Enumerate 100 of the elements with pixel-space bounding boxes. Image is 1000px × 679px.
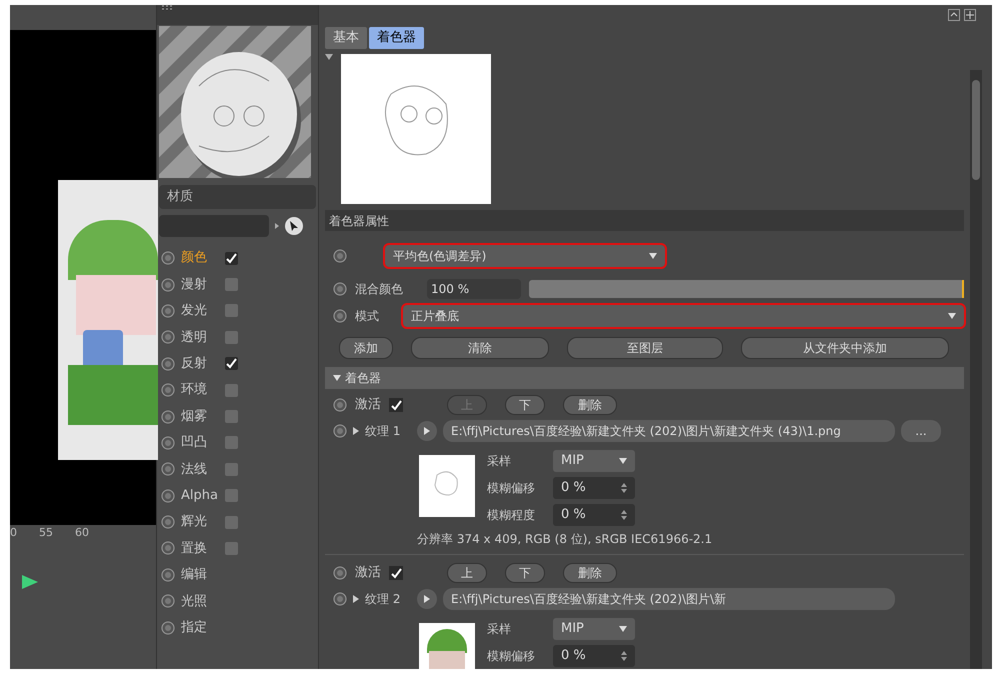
percent-field[interactable]: 0 % <box>553 504 635 526</box>
expand-icon[interactable] <box>964 9 976 21</box>
channel-label[interactable]: 光照 <box>181 592 219 612</box>
channel-label[interactable]: 置换 <box>181 538 219 558</box>
channel-label[interactable]: 反射 <box>181 354 219 374</box>
tab[interactable]: 基本 <box>325 27 367 49</box>
triangle-icon[interactable] <box>325 54 333 60</box>
radio-icon[interactable] <box>161 356 175 371</box>
file-path-field[interactable]: E:\ffj\Pictures\百度经验\新建文件夹 (202)\图片\新建文件夹 (43)\1.png <box>443 420 895 442</box>
radio-icon[interactable] <box>161 330 175 344</box>
channel-label[interactable]: 环境 <box>181 380 219 400</box>
radio-icon[interactable] <box>333 249 347 263</box>
up-button[interactable]: 上 <box>447 563 487 583</box>
dropdown[interactable]: 正片叠底 <box>403 305 964 327</box>
down-button[interactable]: 下 <box>505 563 545 583</box>
tab[interactable]: 着色器 <box>369 27 424 49</box>
checkbox[interactable] <box>225 489 238 502</box>
radio-icon[interactable] <box>333 592 347 606</box>
radio-icon[interactable] <box>161 541 175 556</box>
channel-label[interactable]: 法线 <box>181 460 219 480</box>
triangle-icon[interactable] <box>353 595 359 603</box>
spinner-icon[interactable] <box>621 482 627 492</box>
channel-label[interactable]: 凹凸 <box>181 433 219 453</box>
checkbox[interactable] <box>225 384 238 397</box>
delete-button[interactable]: 删除 <box>563 395 617 415</box>
pointer-icon[interactable] <box>285 217 303 235</box>
channel-label[interactable]: 指定 <box>181 618 219 638</box>
channel-label[interactable]: 烟雾 <box>181 406 219 426</box>
checkbox[interactable] <box>225 542 238 555</box>
checkbox[interactable] <box>225 252 238 265</box>
channel-label[interactable]: 发光 <box>181 301 219 321</box>
dropdown[interactable]: MIP <box>553 618 635 640</box>
dropdown[interactable]: MIP <box>553 450 635 472</box>
percent-field[interactable]: 0 % <box>553 476 635 498</box>
arrow-button[interactable] <box>417 589 437 609</box>
checkbox[interactable] <box>225 330 238 344</box>
checkbox[interactable] <box>225 516 238 529</box>
slider-track[interactable] <box>529 280 964 298</box>
collapse-icon[interactable] <box>948 9 960 21</box>
delete-button[interactable]: 删除 <box>563 563 617 583</box>
radio-icon[interactable] <box>161 620 175 635</box>
channel-label[interactable]: 编辑 <box>181 565 219 585</box>
browse-button[interactable]: ... <box>901 420 941 442</box>
dropdown[interactable]: 平均色(色调差异) <box>385 245 665 267</box>
radio-icon[interactable] <box>333 282 347 296</box>
field-label: 模糊程度 <box>487 506 536 524</box>
percent-field[interactable]: 100 % <box>427 279 521 299</box>
checkbox[interactable] <box>225 436 238 450</box>
down-button[interactable]: 下 <box>505 395 545 415</box>
checkbox[interactable] <box>225 304 238 318</box>
drag-handle-icon[interactable] <box>157 5 318 25</box>
radio-icon[interactable] <box>161 304 175 318</box>
radio-icon[interactable] <box>333 309 347 323</box>
radio-icon[interactable] <box>161 462 175 476</box>
caret-icon <box>649 253 657 259</box>
arrow-button[interactable] <box>417 421 437 441</box>
scrollbar[interactable] <box>970 70 982 669</box>
radio-icon[interactable] <box>161 383 175 398</box>
button[interactable]: 从文件夹中添加 <box>741 337 949 359</box>
channel-label[interactable]: 辉光 <box>181 512 219 532</box>
checkbox[interactable] <box>225 357 238 370</box>
file-path-field[interactable]: E:\ffj\Pictures\百度经验\新建文件夹 (202)\图片\新 <box>443 588 895 610</box>
channel-label[interactable]: Alpha <box>181 486 219 506</box>
timeline-tick: 0 <box>10 525 17 541</box>
radio-icon[interactable] <box>161 488 175 503</box>
radio-icon[interactable] <box>161 568 175 582</box>
section-header[interactable]: 着色器 <box>325 367 964 389</box>
caret-icon <box>948 313 956 319</box>
radio-icon[interactable] <box>161 436 175 450</box>
checkbox[interactable] <box>225 278 238 292</box>
link-field[interactable] <box>159 215 269 237</box>
field-label: 激活 <box>355 564 381 582</box>
percent-field[interactable]: 0 % <box>553 644 635 666</box>
checkbox[interactable] <box>389 566 403 580</box>
spinner-icon[interactable] <box>621 510 627 520</box>
button[interactable]: 至图层 <box>567 337 723 359</box>
material-name-field[interactable]: 材质 <box>159 185 316 209</box>
checkbox[interactable] <box>225 410 238 424</box>
radio-icon[interactable] <box>333 398 347 412</box>
button[interactable]: 添加 <box>339 337 393 359</box>
button[interactable]: 清除 <box>411 337 549 359</box>
triangle-icon[interactable] <box>353 427 359 435</box>
radio-icon[interactable] <box>161 410 175 424</box>
triangle-icon[interactable] <box>333 375 341 381</box>
field-label: 采样 <box>487 452 512 470</box>
radio-icon[interactable] <box>333 424 347 438</box>
radio-icon[interactable] <box>333 566 347 580</box>
radio-icon[interactable] <box>161 515 175 530</box>
channel-label[interactable]: 漫射 <box>181 274 219 294</box>
section-title: 着色器 <box>345 370 381 387</box>
channel-label[interactable]: 透明 <box>181 328 219 348</box>
checkbox[interactable] <box>389 398 403 412</box>
spinner-icon[interactable] <box>621 650 627 660</box>
caret-icon[interactable] <box>273 222 281 230</box>
radio-icon[interactable] <box>161 278 175 292</box>
channel-label[interactable]: 颜色 <box>181 248 219 268</box>
play-icon[interactable] <box>22 575 38 589</box>
radio-icon[interactable] <box>161 251 175 266</box>
radio-icon[interactable] <box>161 594 175 608</box>
checkbox[interactable] <box>225 462 238 476</box>
